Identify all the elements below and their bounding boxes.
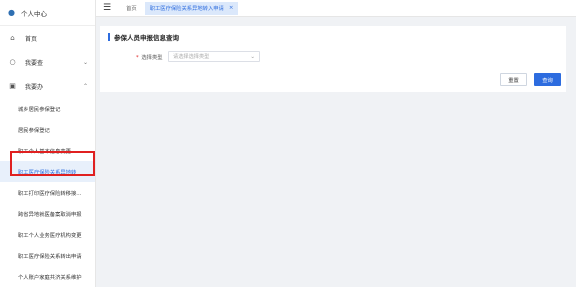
sidebar-item-home[interactable]: ⌂ 首页 <box>0 26 95 50</box>
menu-toggle-icon[interactable]: ☰ <box>103 3 111 13</box>
field-label: * 选择类型 <box>136 53 163 61</box>
sidebar-subitem[interactable]: 跨省异地就医备案取消申报 <box>0 203 95 224</box>
tab-home[interactable]: 首页 <box>121 2 142 15</box>
person-center-icon: ● <box>8 8 15 17</box>
field-label-text: 选择类型 <box>141 55 163 61</box>
sidebar-item-handle[interactable]: ▣ 我要办 ⌃ <box>0 74 95 98</box>
search-icon: ○ <box>9 58 16 66</box>
tab-transfer-in[interactable]: 职工医疗保险关系异地转入申请 × <box>144 1 239 15</box>
close-icon[interactable]: × <box>229 5 234 11</box>
card-title-text: 参保人员申报信息查询 <box>114 34 179 42</box>
sidebar-subitem[interactable]: 城乡居民参保登记 <box>0 98 95 119</box>
sidebar-subitem[interactable]: 居民参保登记 <box>0 119 95 140</box>
sidebar-header-label: 个人中心 <box>20 9 47 18</box>
sidebar-item-label: 首页 <box>25 35 38 43</box>
sidebar-subitem[interactable]: 职工打印医疗保险转移接... <box>0 182 95 203</box>
reset-button[interactable]: 重置 <box>500 73 527 86</box>
chevron-down-icon: ⌄ <box>250 53 255 60</box>
sidebar-subitem[interactable]: 职工医疗保险关系转出申请 <box>0 245 95 266</box>
sidebar-item-label: 我要查 <box>25 59 44 67</box>
select-placeholder: 请选择选择类型 <box>173 54 210 60</box>
highlight-box <box>10 151 95 176</box>
required-mark: * <box>136 55 139 61</box>
sidebar-header: ● 个人中心 <box>0 0 95 26</box>
type-select[interactable]: 请选择选择类型 ⌄ <box>168 51 260 62</box>
query-card: 参保人员申报信息查询 * 选择类型 请选择选择类型 ⌄ 重置 查询 <box>100 26 566 92</box>
home-icon: ⌂ <box>10 34 15 42</box>
card-title: 参保人员申报信息查询 <box>108 32 179 42</box>
sidebar-subitem[interactable]: 职工个人业务医疗机构变更 <box>0 224 95 245</box>
title-accent-bar <box>108 33 110 41</box>
sidebar: ● 个人中心 ⌂ 首页 ○ 我要查 ⌄ ▣ 我要办 ⌃ 城乡居民参保登记 居民参… <box>0 0 96 287</box>
folder-icon: ▣ <box>9 82 16 90</box>
top-bar: ☰ 首页 职工医疗保险关系异地转入申请 × <box>96 0 576 17</box>
tab-label: 首页 <box>126 6 137 12</box>
sidebar-item-query[interactable]: ○ 我要查 ⌄ <box>0 50 95 74</box>
chevron-up-icon: ⌃ <box>82 82 88 90</box>
chevron-down-icon: ⌄ <box>82 58 88 66</box>
sidebar-item-label: 我要办 <box>25 83 44 91</box>
sidebar-subitem[interactable]: 个人账户家庭共济关系维护 <box>0 266 95 287</box>
query-button[interactable]: 查询 <box>534 73 561 86</box>
tab-label: 职工医疗保险关系异地转入申请 <box>149 6 224 12</box>
